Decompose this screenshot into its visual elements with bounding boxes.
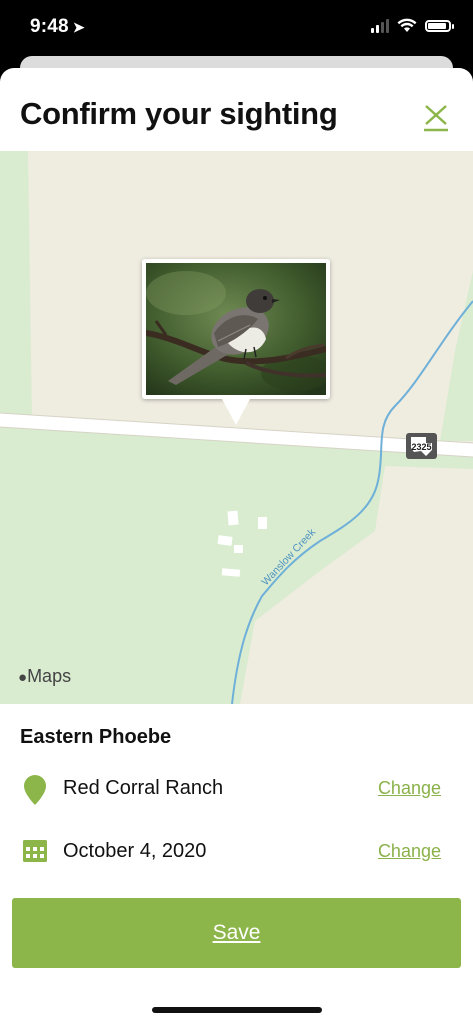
location-row: Red Corral Ranch Change: [0, 770, 473, 810]
location-value: Red Corral Ranch: [63, 777, 224, 799]
save-button[interactable]: Save: [12, 898, 461, 968]
close-icon[interactable]: [421, 102, 451, 132]
apple-logo-icon: ●: [18, 669, 28, 686]
bird-photo: [146, 263, 326, 395]
date-row: October 4, 2020 Change: [0, 833, 473, 873]
confirm-sheet: Confirm your sighting Wanslow Creek 2325…: [0, 68, 473, 1024]
wifi-icon: [397, 18, 417, 32]
species-name: Eastern Phoebe: [20, 726, 172, 748]
sheet-header: Confirm your sighting: [0, 68, 473, 151]
battery-icon: [425, 19, 454, 32]
maps-attribution[interactable]: ●Maps: [18, 666, 71, 687]
cellular-signal-icon: [371, 18, 389, 33]
change-location-link[interactable]: Change: [378, 778, 441, 799]
maps-attribution-label: Maps: [27, 666, 72, 686]
calendar-icon: [23, 840, 47, 862]
status-indicators: [371, 18, 454, 33]
road-shield-number: 2325: [411, 442, 431, 452]
change-date-link[interactable]: Change: [378, 841, 441, 862]
map-terrain: Wanslow Creek 2325: [0, 151, 473, 704]
location-arrow-icon: ➤: [72, 19, 85, 35]
location-pin-icon: [24, 775, 46, 805]
bird-photo-callout[interactable]: [142, 259, 330, 425]
road-shield-icon: 2325: [406, 433, 437, 459]
status-bar: 9:48 ➤: [0, 0, 473, 60]
page-title: Confirm your sighting: [20, 96, 338, 131]
clock: 9:48: [30, 16, 69, 37]
sighting-map[interactable]: Wanslow Creek 2325 ●Maps: [0, 151, 473, 704]
home-indicator: [152, 1007, 322, 1013]
date-value: October 4, 2020: [63, 840, 207, 862]
status-time: 9:48 ➤: [30, 16, 85, 38]
